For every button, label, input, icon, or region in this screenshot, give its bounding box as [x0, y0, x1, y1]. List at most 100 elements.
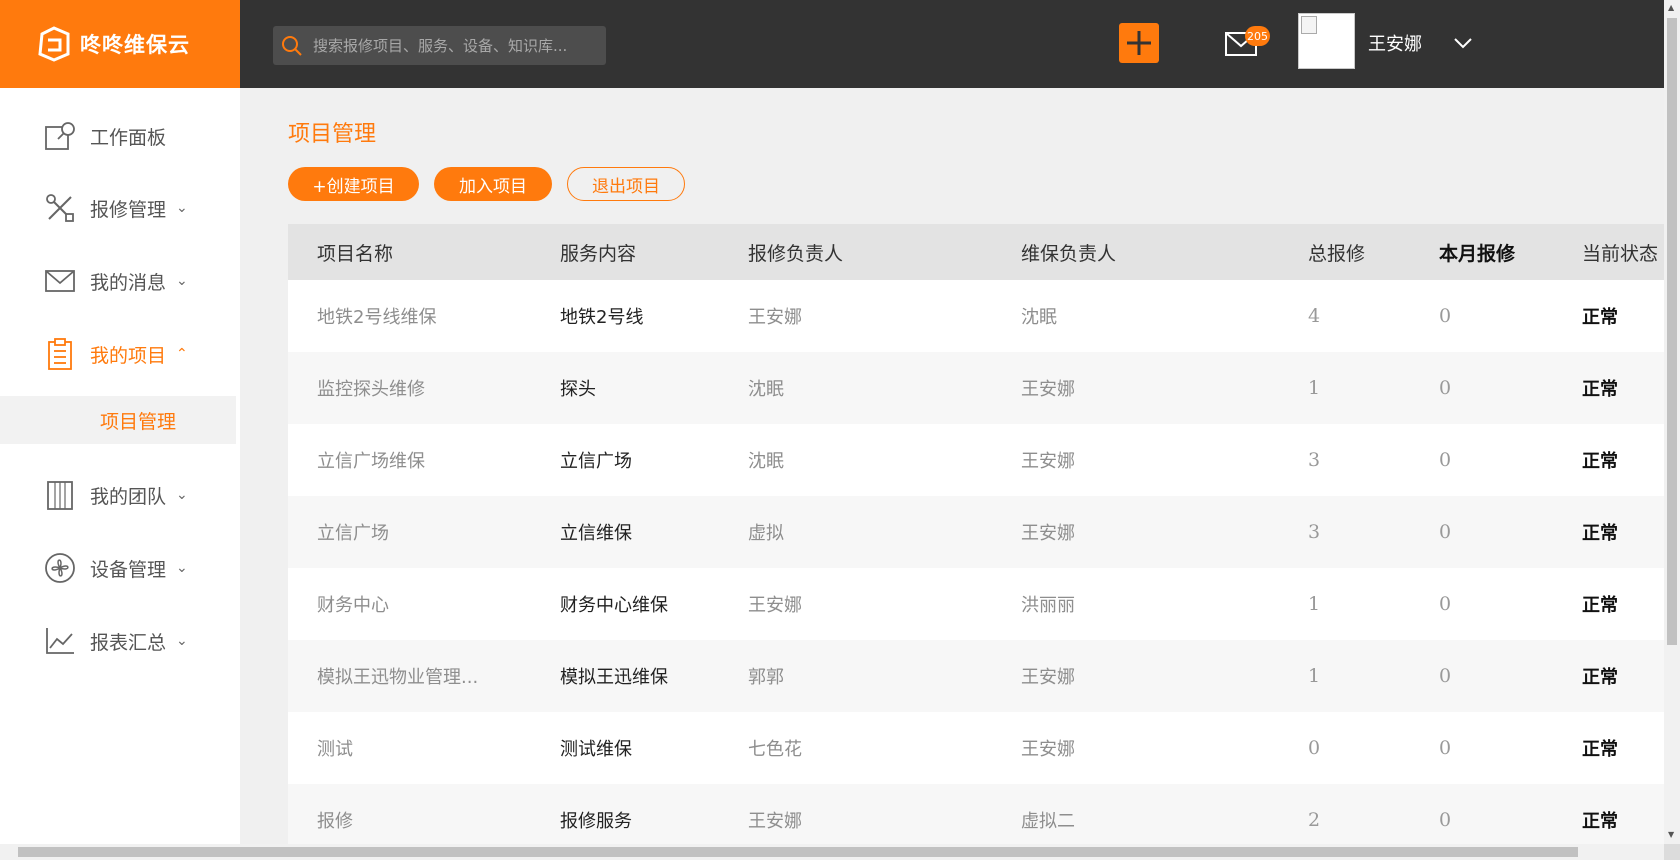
building-icon [42, 478, 77, 513]
cell-month-repairs: 0 [1439, 377, 1452, 399]
cell-repair-owner: 虚拟 [748, 523, 784, 544]
cell-project-name[interactable]: 财务中心 [317, 568, 389, 640]
cell-service: 报修服务 [560, 811, 632, 832]
cell-service: 立信维保 [560, 523, 632, 544]
table-row[interactable]: 财务中心 财务中心维保 王安娜 洪丽丽 1 0 正常 [288, 568, 1664, 640]
cell-project-name[interactable]: 地铁2号线维保 [317, 280, 436, 352]
user-name[interactable]: 王安娜 [1368, 30, 1422, 56]
sidebar-item-repair[interactable]: 报修管理 ⌄ [0, 183, 240, 233]
cell-project-name[interactable]: 监控探头维修 [317, 352, 425, 424]
cell-maintenance-owner: 王安娜 [1021, 379, 1075, 400]
cell-status: 正常 [1582, 379, 1618, 400]
cell-total-repairs: 4 [1308, 305, 1321, 327]
add-button[interactable] [1119, 23, 1159, 63]
table-row[interactable]: 模拟王迅物业管理... 模拟王迅维保 郭郭 王安娜 1 0 正常 [288, 640, 1664, 712]
cell-repair-owner: 王安娜 [748, 595, 802, 616]
sidebar-item-my-projects[interactable]: 我的项目 ⌃ [0, 329, 240, 379]
header-total-repairs[interactable]: 总报修 [1308, 224, 1365, 280]
cell-total-repairs: 2 [1308, 809, 1321, 831]
header-project-name[interactable]: 项目名称 [317, 224, 393, 280]
brand-name: 咚咚维保云 [80, 33, 190, 57]
scroll-down-arrow-icon[interactable]: ▼ [1668, 830, 1674, 839]
header-month-repairs[interactable]: 本月报修 [1439, 224, 1515, 280]
cell-total-repairs: 3 [1308, 521, 1321, 543]
cell-month-repairs: 0 [1439, 665, 1452, 687]
cell-month-repairs: 0 [1439, 593, 1452, 615]
logo-icon [38, 26, 70, 62]
sidebar: 工作面板 报修管理 ⌄ 我的消息 ⌄ 我的项目 ⌃ 项目管理 我的团队 ⌄ 设备… [0, 88, 240, 860]
sidebar-subitem-project-management[interactable]: 项目管理 [0, 396, 236, 444]
edit-panel-icon [42, 119, 77, 154]
table-row[interactable]: 立信广场 立信维保 虚拟 王安娜 3 0 正常 [288, 496, 1664, 568]
table-row[interactable]: 地铁2号线维保 地铁2号线 王安娜 沈眠 4 0 正常 [288, 280, 1664, 352]
cell-status: 正常 [1582, 595, 1618, 616]
cell-repair-owner: 王安娜 [748, 307, 802, 328]
cell-service: 立信广场 [560, 451, 632, 472]
brand-logo[interactable]: 咚咚维保云 [0, 0, 240, 88]
sidebar-item-label: 工作面板 [90, 126, 167, 149]
table-row[interactable]: 报修 报修服务 王安娜 虚拟二 2 0 正常 [288, 784, 1664, 848]
sidebar-item-label: 设备管理 [90, 558, 167, 581]
chevron-down-icon: ⌄ [176, 200, 188, 216]
search-box[interactable]: 搜索报修项目、服务、设备、知识库... [273, 26, 606, 65]
scrollbar-corner [1664, 844, 1680, 860]
sidebar-item-messages[interactable]: 我的消息 ⌄ [0, 256, 240, 306]
cell-status: 正常 [1582, 307, 1618, 328]
sidebar-item-label: 我的项目 [90, 344, 167, 367]
join-project-button[interactable]: 加入项目 [434, 167, 552, 201]
horizontal-scroll-thumb[interactable] [18, 847, 1578, 857]
header-maintenance-owner[interactable]: 维保负责人 [1021, 224, 1116, 280]
cell-service: 测试维保 [560, 739, 632, 760]
cell-status: 正常 [1582, 523, 1618, 544]
header-repair-owner[interactable]: 报修负责人 [748, 224, 843, 280]
search-input[interactable]: 搜索报修项目、服务、设备、知识库... [313, 35, 567, 56]
cell-status: 正常 [1582, 667, 1618, 688]
table-row[interactable]: 立信广场维保 立信广场 沈眠 王安娜 3 0 正常 [288, 424, 1664, 496]
exit-project-button[interactable]: 退出项目 [567, 167, 685, 201]
cell-total-repairs: 1 [1308, 593, 1321, 615]
sidebar-item-reports[interactable]: 报表汇总 ⌄ [0, 616, 240, 666]
sidebar-item-label: 报表汇总 [90, 631, 167, 654]
mail-badge: 205 [1245, 26, 1270, 46]
table-row[interactable]: 监控探头维修 探头 沈眠 王安娜 1 0 正常 [288, 352, 1664, 424]
cell-project-name[interactable]: 测试 [317, 712, 353, 784]
chevron-up-icon: ⌃ [176, 346, 188, 362]
chevron-down-icon[interactable] [1452, 32, 1474, 54]
vertical-scrollbar[interactable]: ▲ ▼ [1664, 0, 1680, 844]
sidebar-item-label: 我的消息 [90, 271, 167, 294]
cell-total-repairs: 0 [1308, 737, 1321, 759]
sidebar-item-dashboard[interactable]: 工作面板 [0, 111, 240, 161]
cell-maintenance-owner: 王安娜 [1021, 523, 1075, 544]
page-title: 项目管理 [288, 122, 377, 147]
cell-service: 模拟王迅维保 [560, 667, 668, 688]
scroll-up-arrow-icon[interactable]: ▲ [1668, 3, 1674, 12]
cell-repair-owner: 七色花 [748, 739, 802, 760]
cell-maintenance-owner: 虚拟二 [1021, 811, 1075, 832]
header-service[interactable]: 服务内容 [560, 224, 636, 280]
vertical-scroll-thumb[interactable] [1667, 18, 1677, 645]
project-table: 项目名称 服务内容 报修负责人 维保负责人 总报修 本月报修 当前状态 地铁2号… [288, 224, 1664, 848]
cell-repair-owner: 沈眠 [748, 379, 784, 400]
cell-project-name[interactable]: 模拟王迅物业管理... [317, 640, 478, 712]
chart-icon [42, 624, 77, 659]
horizontal-scrollbar[interactable] [0, 844, 1664, 860]
chevron-down-icon: ⌄ [176, 487, 188, 503]
avatar[interactable] [1298, 13, 1355, 69]
fan-icon [42, 551, 77, 586]
table-header: 项目名称 服务内容 报修负责人 维保负责人 总报修 本月报修 当前状态 [288, 224, 1664, 280]
sidebar-item-label: 我的团队 [90, 485, 167, 508]
cell-month-repairs: 0 [1439, 305, 1452, 327]
cell-project-name[interactable]: 报修 [317, 784, 353, 848]
main-content: 项目管理 +创建项目 加入项目 退出项目 项目名称 服务内容 报修负责人 维保负… [240, 88, 1664, 848]
sidebar-item-team[interactable]: 我的团队 ⌄ [0, 470, 240, 520]
chevron-down-icon: ⌄ [176, 633, 188, 649]
cell-total-repairs: 1 [1308, 665, 1321, 687]
cell-month-repairs: 0 [1439, 737, 1452, 759]
cell-project-name[interactable]: 立信广场 [317, 496, 389, 568]
table-row[interactable]: 测试 测试维保 七色花 王安娜 0 0 正常 [288, 712, 1664, 784]
cell-status: 正常 [1582, 811, 1618, 832]
create-project-button[interactable]: +创建项目 [288, 167, 419, 201]
cell-project-name[interactable]: 立信广场维保 [317, 424, 425, 496]
header-status[interactable]: 当前状态 [1582, 224, 1658, 280]
sidebar-item-devices[interactable]: 设备管理 ⌄ [0, 543, 240, 593]
